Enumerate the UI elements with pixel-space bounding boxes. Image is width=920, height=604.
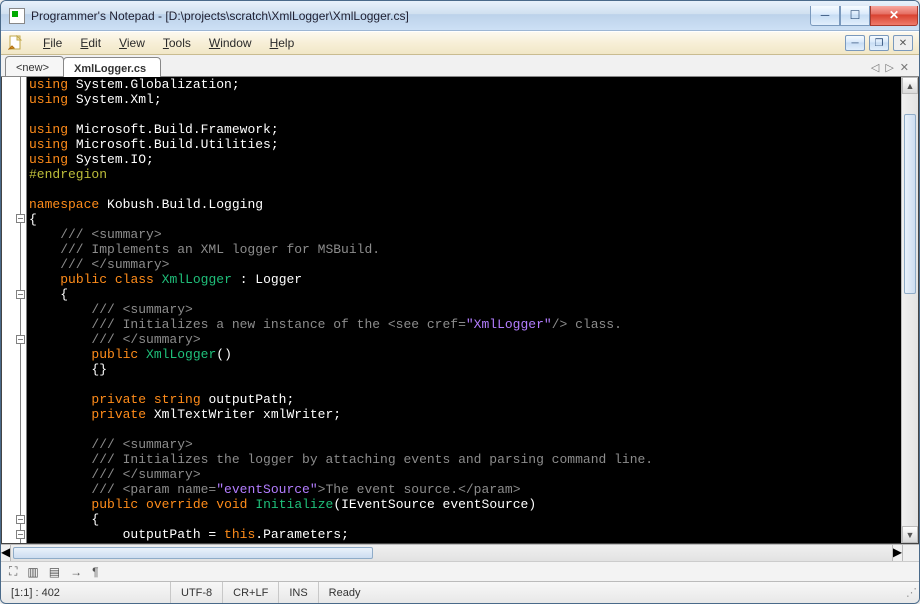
status-insert-mode: INS [279,582,318,603]
fold-knob-icon[interactable] [16,290,25,299]
tab-new[interactable]: <new> [5,56,64,76]
resize-grip-icon[interactable]: ⋰ [901,586,919,599]
tab-strip: <new> XmlLogger.cs ◁ ▷ ✕ [1,55,919,77]
fold-knob-icon[interactable] [16,335,25,344]
scroll-thumb[interactable] [13,547,373,559]
minimize-button[interactable]: ─ [810,6,840,26]
maximize-button[interactable]: ☐ [840,6,870,26]
menu-tools[interactable]: Tools [155,34,199,52]
fold-knob-icon[interactable] [16,214,25,223]
status-eol: CR+LF [223,582,279,603]
titlebar[interactable]: Programmer's Notepad - [D:\projects\scra… [1,1,919,31]
fold-knob-icon[interactable] [16,515,25,524]
menu-help[interactable]: Help [262,34,303,52]
mdi-close-button[interactable]: ✕ [893,35,913,51]
status-position: [1:1] : 402 [1,582,171,603]
size-grip-icon[interactable] [902,545,919,562]
app-window: Programmer's Notepad - [D:\projects\scra… [0,0,920,604]
view-toolbar: ⛶ ▥ ▤ → ¶ [1,561,919,581]
status-encoding: UTF-8 [171,582,223,603]
fullscreen-icon[interactable]: ⛶ [9,564,17,579]
split-horizontal-icon[interactable]: ▥ [27,565,38,579]
scroll-right-icon[interactable]: ▶ [893,545,902,561]
scroll-thumb[interactable] [904,114,916,294]
close-button[interactable]: ✕ [870,6,918,26]
tab-scroll-left-icon[interactable]: ◁ [871,61,879,74]
menu-file[interactable]: File [35,34,70,52]
scroll-up-icon[interactable]: ▲ [902,77,918,94]
menu-edit[interactable]: Edit [72,34,109,52]
horizontal-scrollbar[interactable]: ◀ ▶ [1,544,919,561]
new-file-icon[interactable] [7,34,25,52]
arrow-icon[interactable]: → [70,565,82,579]
fold-gutter[interactable] [2,77,27,543]
tab-close-icon[interactable]: ✕ [900,61,909,74]
window-title: Programmer's Notepad - [D:\projects\scra… [31,9,409,23]
menu-window[interactable]: Window [201,34,260,52]
statusbar: [1:1] : 402 UTF-8 CR+LF INS Ready ⋰ [1,581,919,603]
fold-knob-icon[interactable] [16,530,25,539]
app-icon [9,8,25,24]
window-buttons: ─ ☐ ✕ [810,6,918,26]
tab-xmllogger[interactable]: XmlLogger.cs [63,57,161,77]
split-vertical-icon[interactable]: ▤ [49,565,60,579]
vertical-scrollbar[interactable]: ▲ ▼ [901,77,918,543]
mdi-restore-button[interactable]: ❐ [869,35,889,51]
menubar: File Edit View Tools Window Help ─ ❐ ✕ [1,31,919,55]
mdi-minimize-button[interactable]: ─ [845,35,865,51]
tab-scroll-right-icon[interactable]: ▷ [885,61,893,74]
scroll-left-icon[interactable]: ◀ [1,545,10,561]
status-message: Ready [319,582,901,603]
scroll-down-icon[interactable]: ▼ [902,526,918,543]
editor[interactable]: using System.Globalization; using System… [1,77,919,544]
code-area[interactable]: using System.Globalization; using System… [27,77,901,543]
paragraph-icon[interactable]: ¶ [92,565,98,579]
menu-view[interactable]: View [111,34,153,52]
